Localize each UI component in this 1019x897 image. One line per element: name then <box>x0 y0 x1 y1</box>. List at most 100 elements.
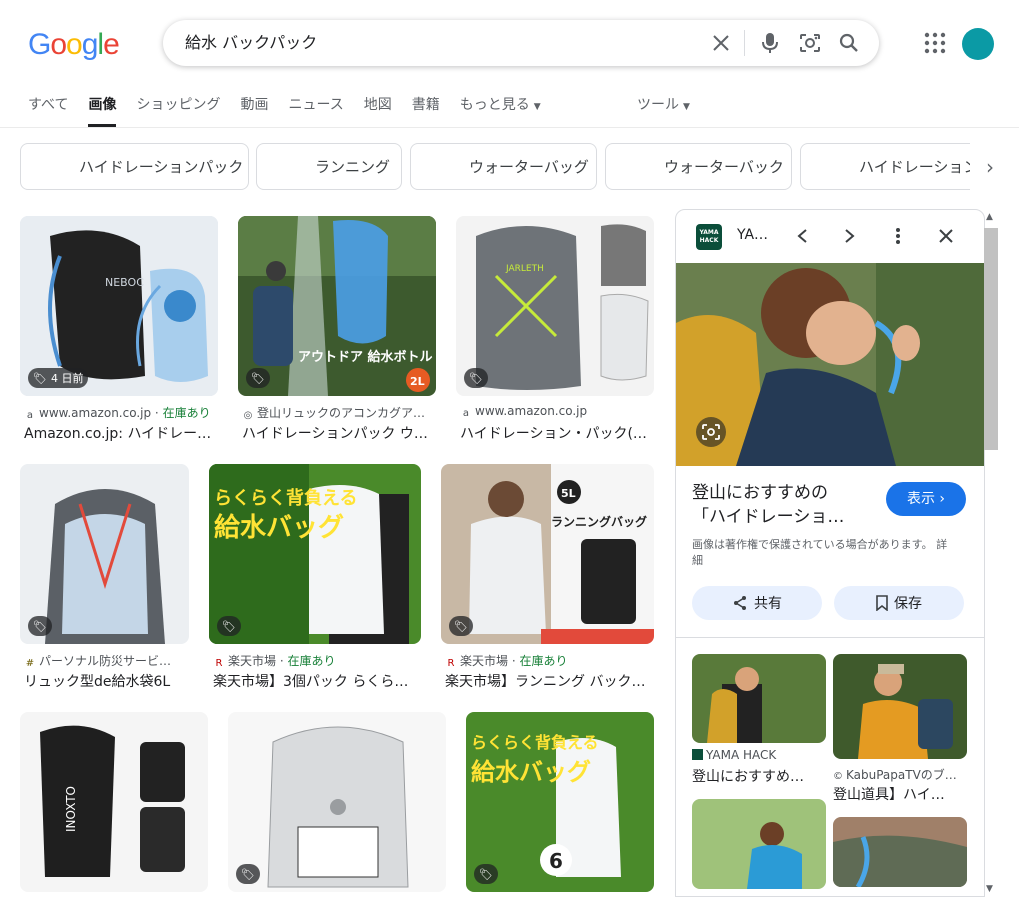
result-title[interactable]: ハイドレーション・パック(… <box>460 423 655 443</box>
copyright-icon: © <box>833 771 843 782</box>
chip-hydration-pack[interactable]: ハイドレーションパック <box>20 143 249 190</box>
camera-lens-icon[interactable] <box>798 31 822 55</box>
result-image[interactable]: アウトドア 給水ボトル 2L 🏷 <box>238 216 436 396</box>
apps-grid-icon[interactable] <box>923 31 947 55</box>
source-name: パーソナル防災サービ… <box>39 654 172 668</box>
result-image[interactable]: INOXTO <box>20 712 208 892</box>
result-source[interactable]: ◎ 登山リュックのアコンカグア… <box>242 404 437 422</box>
logo-letter: o <box>66 28 83 61</box>
result-source[interactable]: R 楽天市場 · 在庫あり <box>213 652 421 670</box>
gray-running-vest-photo: JARLETH <box>456 216 654 396</box>
tab-news[interactable]: ニュース <box>288 94 343 127</box>
related-image <box>692 654 826 743</box>
chevron-right-icon[interactable]: › <box>980 155 1000 179</box>
bookmark-icon <box>876 595 888 611</box>
result-image[interactable]: らくらく背負える 給水バッグ 🏷 <box>209 464 421 644</box>
outdoor-waterfall-photo: アウトドア 給水ボトル 2L <box>238 216 436 396</box>
related-item[interactable]: © KabuPapaTVのブ… 登山道具】ハイ… <box>833 654 967 803</box>
result-title[interactable]: リュック型de給水袋6L <box>24 671 189 691</box>
site-logo: YAMA HACK <box>696 224 722 250</box>
tab-shopping[interactable]: ショッピング <box>136 94 220 127</box>
chip-thumbnail <box>606 144 652 189</box>
chip-thumbnail <box>411 144 457 189</box>
tab-all[interactable]: すべて <box>28 94 68 127</box>
tag-icon: 🏷 <box>222 619 236 633</box>
svg-text:2L: 2L <box>410 375 425 388</box>
tab-maps[interactable]: 地図 <box>364 94 392 127</box>
scrollbar-thumb[interactable] <box>984 228 998 450</box>
tab-videos[interactable]: 動画 <box>240 94 268 127</box>
lens-search-icon[interactable] <box>696 417 726 447</box>
share-button[interactable]: 共有 <box>692 586 822 620</box>
result-image[interactable]: JARLETH 🏷 <box>456 216 654 396</box>
site-favicon-icon: ◎ <box>243 410 253 421</box>
related-title: 登山におすすめ… <box>692 769 804 785</box>
logo-letter: e <box>103 28 120 61</box>
avatar[interactable] <box>962 28 994 60</box>
close-icon[interactable] <box>934 224 958 248</box>
related-item[interactable]: YAMA HACK 登山におすすめ… <box>692 654 826 789</box>
result-image[interactable]: 🏷 <box>228 712 446 892</box>
result-source[interactable]: a www.amazon.co.jp <box>460 404 655 420</box>
tag-icon: 🏷 <box>469 371 483 385</box>
tab-images[interactable]: 画像 <box>88 94 117 127</box>
chevron-right-icon[interactable] <box>838 224 862 248</box>
tab-books[interactable]: 書籍 <box>412 94 440 127</box>
clear-icon[interactable] <box>709 31 733 55</box>
stock-status: 在庫あり <box>519 654 568 668</box>
chip-running[interactable]: ランニング <box>256 143 402 190</box>
scroll-down-icon[interactable]: ▼ <box>986 884 993 894</box>
result-source[interactable]: R 楽天市場 · 在庫あり <box>445 652 653 670</box>
image-preview-panel: YAMA HACK YA… 登山におすすめの 「ハイドレーショ… 表示 › 画像… <box>675 209 985 897</box>
chip-label: ランニング <box>315 158 391 176</box>
silver-water-backpack-photo <box>228 712 446 892</box>
chip-label: ウォーターバッグ <box>469 158 589 176</box>
related-source: © KabuPapaTVのブ… <box>833 766 967 783</box>
preview-image[interactable] <box>676 263 984 466</box>
tab-more[interactable]: もっと見る ▼ <box>460 94 541 127</box>
result-source[interactable]: # パーソナル防災サービ… <box>24 652 189 670</box>
chip-water-back[interactable]: ウォーターバック <box>605 143 792 190</box>
panel-title-line: 登山におすすめの <box>692 483 828 503</box>
result-image[interactable]: 🏷 <box>20 464 189 644</box>
result-title[interactable]: 楽天市場】ランニング バック… <box>445 671 653 691</box>
google-logo[interactable]: Google <box>28 28 120 61</box>
panel-title[interactable]: 登山におすすめの 「ハイドレーショ… <box>692 481 872 529</box>
result-source[interactable]: a www.amazon.co.jp · 在庫あり <box>24 404 219 422</box>
tag-icon: 🏷 <box>251 371 265 385</box>
source-name: 楽天市場 <box>228 654 277 668</box>
tools-button[interactable]: ツール ▼ <box>637 94 690 114</box>
chevron-left-icon[interactable] <box>790 224 814 248</box>
microphone-icon[interactable] <box>758 31 782 55</box>
related-title: 登山道具】ハイ… <box>833 787 945 803</box>
tag-icon: 🏷 <box>33 619 47 633</box>
svg-text:らくらく背負える: らくらく背負える <box>214 487 357 509</box>
result-image[interactable]: ランニングバッグ 5L 🏷 <box>441 464 654 644</box>
share-icon <box>734 596 746 610</box>
tab-more-label: もっと見る <box>459 97 530 113</box>
tag-badge: 🏷 <box>464 368 488 388</box>
more-vert-icon[interactable] <box>886 224 910 248</box>
svg-text:JARLETH: JARLETH <box>505 264 544 274</box>
save-button[interactable]: 保存 <box>834 586 964 620</box>
scroll-up-icon[interactable]: ▲ <box>986 212 993 222</box>
result-title[interactable]: ハイドレーションパック ウ… <box>242 423 437 443</box>
chip-label: ハイドレーション <box>859 158 970 176</box>
search-input[interactable] <box>185 20 685 66</box>
result-title[interactable]: Amazon.co.jp: ハイドレー… <box>24 423 219 443</box>
related-item[interactable] <box>692 799 826 889</box>
source-name: www.amazon.co.jp <box>475 404 588 418</box>
result-image[interactable]: らくらく背負える 給水バッグ 6 🏷 <box>466 712 654 892</box>
amazon-favicon-icon: a <box>462 408 470 419</box>
chip-thumbnail <box>21 144 67 189</box>
source-name: 登山リュックのアコンカグア… <box>257 406 426 420</box>
visit-button[interactable]: 表示 › <box>886 482 966 516</box>
result-image[interactable]: NEBOC 🏷 4 日前 <box>20 216 218 396</box>
panel-site-name[interactable]: YA… <box>737 227 768 243</box>
search-icon[interactable] <box>837 31 861 55</box>
result-title[interactable]: 楽天市場】3個パック らくら… <box>213 671 421 691</box>
chip-water-bag[interactable]: ウォーターバッグ <box>410 143 597 190</box>
tag-badge: 🏷 <box>246 368 270 388</box>
related-item[interactable] <box>833 817 967 887</box>
chip-hydration[interactable]: ハイドレーション <box>800 143 970 190</box>
